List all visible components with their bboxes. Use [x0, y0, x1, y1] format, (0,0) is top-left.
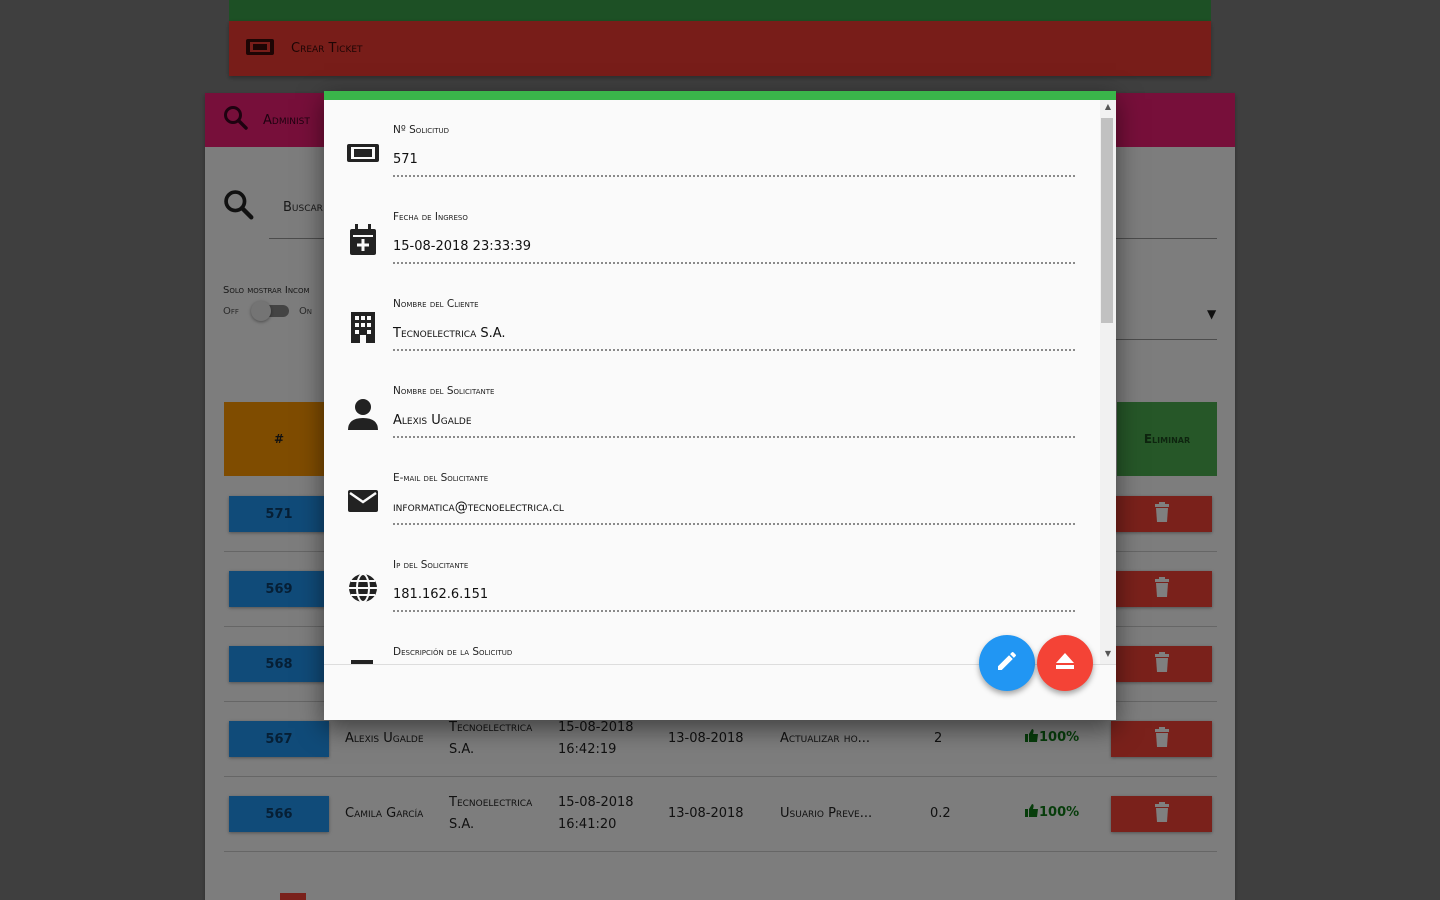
field-value[interactable]: Alexis Ugalde	[393, 413, 472, 428]
person-icon	[346, 397, 380, 431]
email-icon	[346, 484, 380, 518]
field-label: Nombre del Solicitante	[393, 385, 495, 397]
field-underline	[393, 349, 1075, 351]
ticket-detail-modal: Nº Solicitud 571 Fecha de Ingreso 15-08-…	[324, 91, 1116, 720]
field-value[interactable]: 571	[393, 152, 418, 167]
field-nombre-solicitante: Nombre del Solicitante Alexis Ugalde	[324, 361, 1099, 448]
field-underline	[393, 523, 1075, 525]
field-value[interactable]: Tecnoelectrica S.A.	[393, 326, 506, 341]
scroll-down-arrow-icon[interactable]: ▼	[1100, 649, 1116, 663]
field-label: Descripción de la Solicitud	[393, 646, 513, 658]
field-solicitud-number: Nº Solicitud 571	[324, 100, 1099, 187]
field-email-solicitante: E-mail del Solicitante informatica@tecno…	[324, 448, 1099, 535]
building-icon	[346, 310, 380, 344]
ticket-icon	[346, 136, 380, 170]
modal-accent-bar	[324, 91, 1116, 100]
field-value[interactable]: 15-08-2018 23:33:39	[393, 239, 531, 254]
field-value[interactable]: informatica@tecnoelectrica.cl	[393, 500, 564, 515]
field-nombre-cliente: Nombre del Cliente Tecnoelectrica S.A.	[324, 274, 1099, 361]
calendar-plus-icon	[346, 223, 380, 257]
field-label: Fecha de Ingreso	[393, 211, 468, 223]
scroll-up-arrow-icon[interactable]: ▲	[1100, 102, 1116, 116]
edit-button[interactable]	[979, 635, 1035, 691]
field-ip-solicitante: Ip del Solicitante 181.162.6.151	[324, 535, 1099, 622]
field-label: Nº Solicitud	[393, 124, 450, 136]
field-label: E-mail del Solicitante	[393, 472, 489, 484]
field-value[interactable]: 181.162.6.151	[393, 587, 488, 602]
field-fecha-ingreso: Fecha de Ingreso 15-08-2018 23:33:39	[324, 187, 1099, 274]
field-label: Ip del Solicitante	[393, 559, 469, 571]
field-underline	[393, 436, 1075, 438]
eject-icon	[1053, 649, 1077, 677]
modal-content[interactable]: Nº Solicitud 571 Fecha de Ingreso 15-08-…	[324, 100, 1116, 665]
modal-scrollbar[interactable]: ▲ ▼	[1100, 100, 1116, 665]
scrollbar-thumb[interactable]	[1101, 118, 1113, 323]
globe-icon	[346, 571, 380, 605]
close-modal-button[interactable]	[1037, 635, 1093, 691]
pencil-icon	[995, 649, 1019, 677]
field-underline	[393, 262, 1075, 264]
field-underline	[393, 610, 1075, 612]
field-underline	[393, 175, 1075, 177]
field-label: Nombre del Cliente	[393, 298, 479, 310]
